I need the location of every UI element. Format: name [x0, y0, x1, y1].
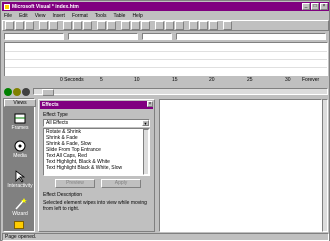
- ruler-label-5: 5: [100, 77, 103, 83]
- image-icon[interactable]: [131, 21, 140, 30]
- ruler-label-10: 10: [134, 77, 140, 83]
- view-frames[interactable]: Frames: [4, 111, 36, 131]
- cut-icon[interactable]: [63, 21, 72, 30]
- undo-icon[interactable]: [97, 21, 106, 30]
- effect-type-value: All Effects: [46, 120, 69, 126]
- maximize-button[interactable]: □: [311, 3, 319, 10]
- view-wizard[interactable]: Wizard: [4, 197, 36, 217]
- effect-type-label: Effect Type: [43, 112, 68, 118]
- status-bar: Page opened.: [2, 233, 329, 241]
- transport-bar: [4, 87, 328, 96]
- timeline-ruler: 0 Seconds 5 10 15 20 25 30 Forever: [4, 76, 328, 85]
- effects-title: Effects: [40, 101, 153, 109]
- menu-help[interactable]: Help: [132, 13, 142, 19]
- bold-icon[interactable]: [155, 21, 164, 30]
- timeline-scrollbar[interactable]: [33, 88, 328, 96]
- table-icon[interactable]: [141, 21, 150, 30]
- link-icon[interactable]: [121, 21, 130, 30]
- canvas-scrollbar[interactable]: [322, 99, 328, 232]
- ruler-label-25: 25: [247, 77, 253, 83]
- frames-icon: [14, 113, 26, 124]
- views-label: Views: [4, 99, 36, 107]
- redo-icon[interactable]: [107, 21, 116, 30]
- effects-close-button[interactable]: ×: [147, 101, 153, 107]
- effect-description-text: Selected element wipes into view while m…: [43, 200, 147, 212]
- ruler-label-0: 0 Seconds: [60, 77, 84, 83]
- wizard-icon: [15, 198, 27, 210]
- chevron-down-icon[interactable]: ▼: [142, 120, 149, 126]
- view-interactivity-label: Interactivity: [7, 183, 33, 189]
- stop-icon[interactable]: [22, 87, 30, 96]
- menu-file[interactable]: File: [4, 13, 12, 19]
- view-frames-label: Frames: [11, 125, 29, 131]
- application-window: Microsoft Visual * index.htm _ □ × File …: [0, 0, 330, 241]
- standard-toolbar: [2, 20, 329, 31]
- preview-icon[interactable]: [49, 21, 58, 30]
- list-item[interactable]: Text Highlight Black & White, Slow: [44, 165, 149, 171]
- folder-icon[interactable]: [14, 221, 24, 229]
- italic-icon[interactable]: [165, 21, 174, 30]
- menu-view[interactable]: View: [35, 13, 46, 19]
- new-icon[interactable]: [5, 21, 14, 30]
- view-media[interactable]: Media: [4, 139, 36, 159]
- copy-icon[interactable]: [73, 21, 82, 30]
- app-icon: [4, 3, 10, 10]
- align-left-icon[interactable]: [189, 21, 198, 30]
- effect-type-select[interactable]: All Effects ▼: [43, 119, 150, 127]
- rewind-icon[interactable]: [13, 87, 21, 96]
- window-title: Microsoft Visual * index.htm: [12, 3, 79, 10]
- align-right-icon[interactable]: [209, 21, 218, 30]
- size-dropdown[interactable]: [142, 32, 172, 40]
- view-interactivity[interactable]: Interactivity: [4, 169, 36, 189]
- close-button[interactable]: ×: [320, 3, 328, 10]
- preview-button[interactable]: Preview: [55, 179, 95, 188]
- apply-button[interactable]: Apply: [101, 179, 141, 188]
- align-center-icon[interactable]: [199, 21, 208, 30]
- play-icon[interactable]: [4, 87, 12, 96]
- open-icon[interactable]: [15, 21, 24, 30]
- ruler-label-20: 20: [209, 77, 215, 83]
- view-wizard-label: Wizard: [12, 211, 28, 217]
- page-canvas[interactable]: [159, 99, 322, 232]
- menu-table[interactable]: Table: [113, 13, 125, 19]
- effects-panel: Effects × Effect Type All Effects ▼ Rota…: [38, 99, 155, 232]
- ruler-label-15: 15: [172, 77, 178, 83]
- font-dropdown[interactable]: [68, 32, 138, 40]
- scrollbar-thumb[interactable]: [42, 89, 54, 96]
- menu-format[interactable]: Format: [72, 13, 88, 19]
- media-icon: [14, 140, 26, 152]
- style-dropdown[interactable]: [4, 32, 64, 40]
- effect-list[interactable]: Rotate & Shrink Shrink & Fade Shrink & F…: [43, 128, 150, 176]
- help-icon[interactable]: [223, 21, 232, 30]
- print-icon[interactable]: [39, 21, 48, 30]
- save-icon[interactable]: [25, 21, 34, 30]
- menu-insert[interactable]: Insert: [52, 13, 65, 19]
- title-bar: Microsoft Visual * index.htm _ □ ×: [2, 2, 329, 11]
- menu-bar: File Edit View Insert Format Tools Table…: [2, 12, 329, 20]
- menu-tools[interactable]: Tools: [95, 13, 107, 19]
- view-media-label: Media: [13, 153, 27, 159]
- address-field[interactable]: [176, 32, 326, 40]
- effect-list-scrollbar[interactable]: [143, 129, 149, 175]
- formatting-toolbar: [2, 31, 329, 41]
- menu-edit[interactable]: Edit: [19, 13, 28, 19]
- effect-description-label: Effect Description: [43, 192, 83, 198]
- interactivity-icon: [15, 170, 26, 183]
- ruler-label-30: 30: [285, 77, 291, 83]
- paste-icon[interactable]: [83, 21, 92, 30]
- ruler-label-forever: Forever: [302, 77, 320, 83]
- underline-icon[interactable]: [175, 21, 184, 30]
- minimize-button[interactable]: _: [302, 3, 310, 10]
- effect-buttons: Preview Apply: [43, 179, 150, 189]
- views-bar: Views Frames Media Interactivity Wizard: [3, 98, 36, 232]
